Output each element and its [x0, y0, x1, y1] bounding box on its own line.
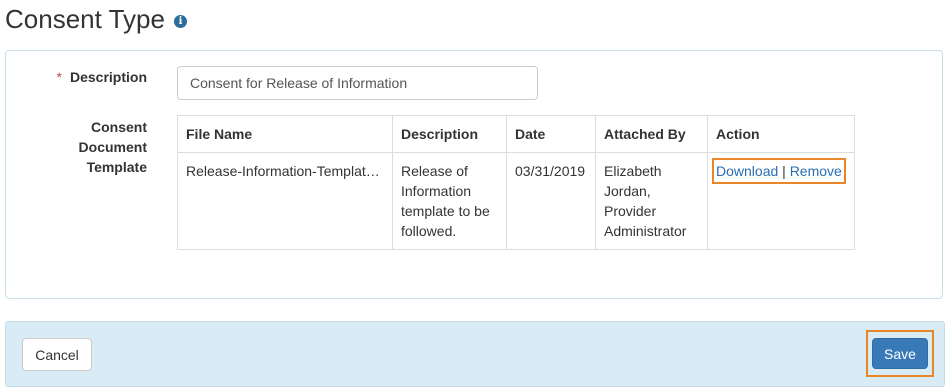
- description-line: template to be: [401, 203, 490, 219]
- template-label-line: Consent: [91, 119, 147, 135]
- footer-bar: Cancel Save: [5, 321, 945, 387]
- template-label: Consent Document Template: [47, 117, 147, 177]
- template-label-line: Document: [78, 139, 147, 155]
- save-button[interactable]: Save: [872, 338, 928, 369]
- action-separator: |: [782, 163, 786, 179]
- page-title: Consent Type i: [5, 2, 187, 36]
- template-label-line: Template: [86, 159, 147, 175]
- actions-highlight: Download | Remove: [712, 158, 846, 184]
- page-title-text: Consent Type: [5, 4, 165, 34]
- description-line: Release of: [401, 163, 468, 179]
- attached-by-cell: Elizabeth Jordan, Provider Administrator: [595, 152, 708, 250]
- attached-by-line: Administrator: [604, 223, 687, 239]
- cancel-button[interactable]: Cancel: [22, 338, 92, 371]
- description-line: followed.: [401, 223, 457, 239]
- column-header-action: Action: [707, 115, 855, 153]
- column-header-file-name: File Name: [177, 115, 393, 153]
- column-header-description: Description: [392, 115, 507, 153]
- table-header-row: File Name Description Date Attached By A…: [177, 115, 855, 153]
- column-header-attached-by: Attached By: [595, 115, 708, 153]
- attached-by-line: Jordan,: [604, 183, 651, 199]
- required-marker: *: [56, 69, 62, 85]
- save-highlight: Save: [866, 330, 934, 377]
- description-input[interactable]: [177, 66, 538, 100]
- file-name-cell: Release-Information-Templat…: [177, 152, 393, 250]
- table-row: Release-Information-Templat… Release of …: [177, 152, 855, 250]
- description-label-text: Description: [69, 69, 147, 85]
- remove-link[interactable]: Remove: [790, 163, 842, 179]
- file-name: Release-Information-Templat…: [186, 163, 380, 179]
- document-table: File Name Description Date Attached By A…: [177, 115, 855, 250]
- description-cell: Release of Information template to be fo…: [392, 152, 507, 250]
- attached-by-line: Provider: [604, 203, 657, 219]
- action-cell: Download | Remove: [707, 152, 855, 250]
- attached-by-line: Elizabeth: [604, 163, 662, 179]
- column-header-date: Date: [506, 115, 596, 153]
- download-link[interactable]: Download: [716, 163, 778, 179]
- date-cell: 03/31/2019: [506, 152, 596, 250]
- form-panel: * Description Consent Document Template F…: [5, 50, 943, 299]
- info-icon[interactable]: i: [173, 14, 187, 28]
- description-line: Information: [401, 183, 472, 199]
- description-label: * Description: [57, 69, 147, 85]
